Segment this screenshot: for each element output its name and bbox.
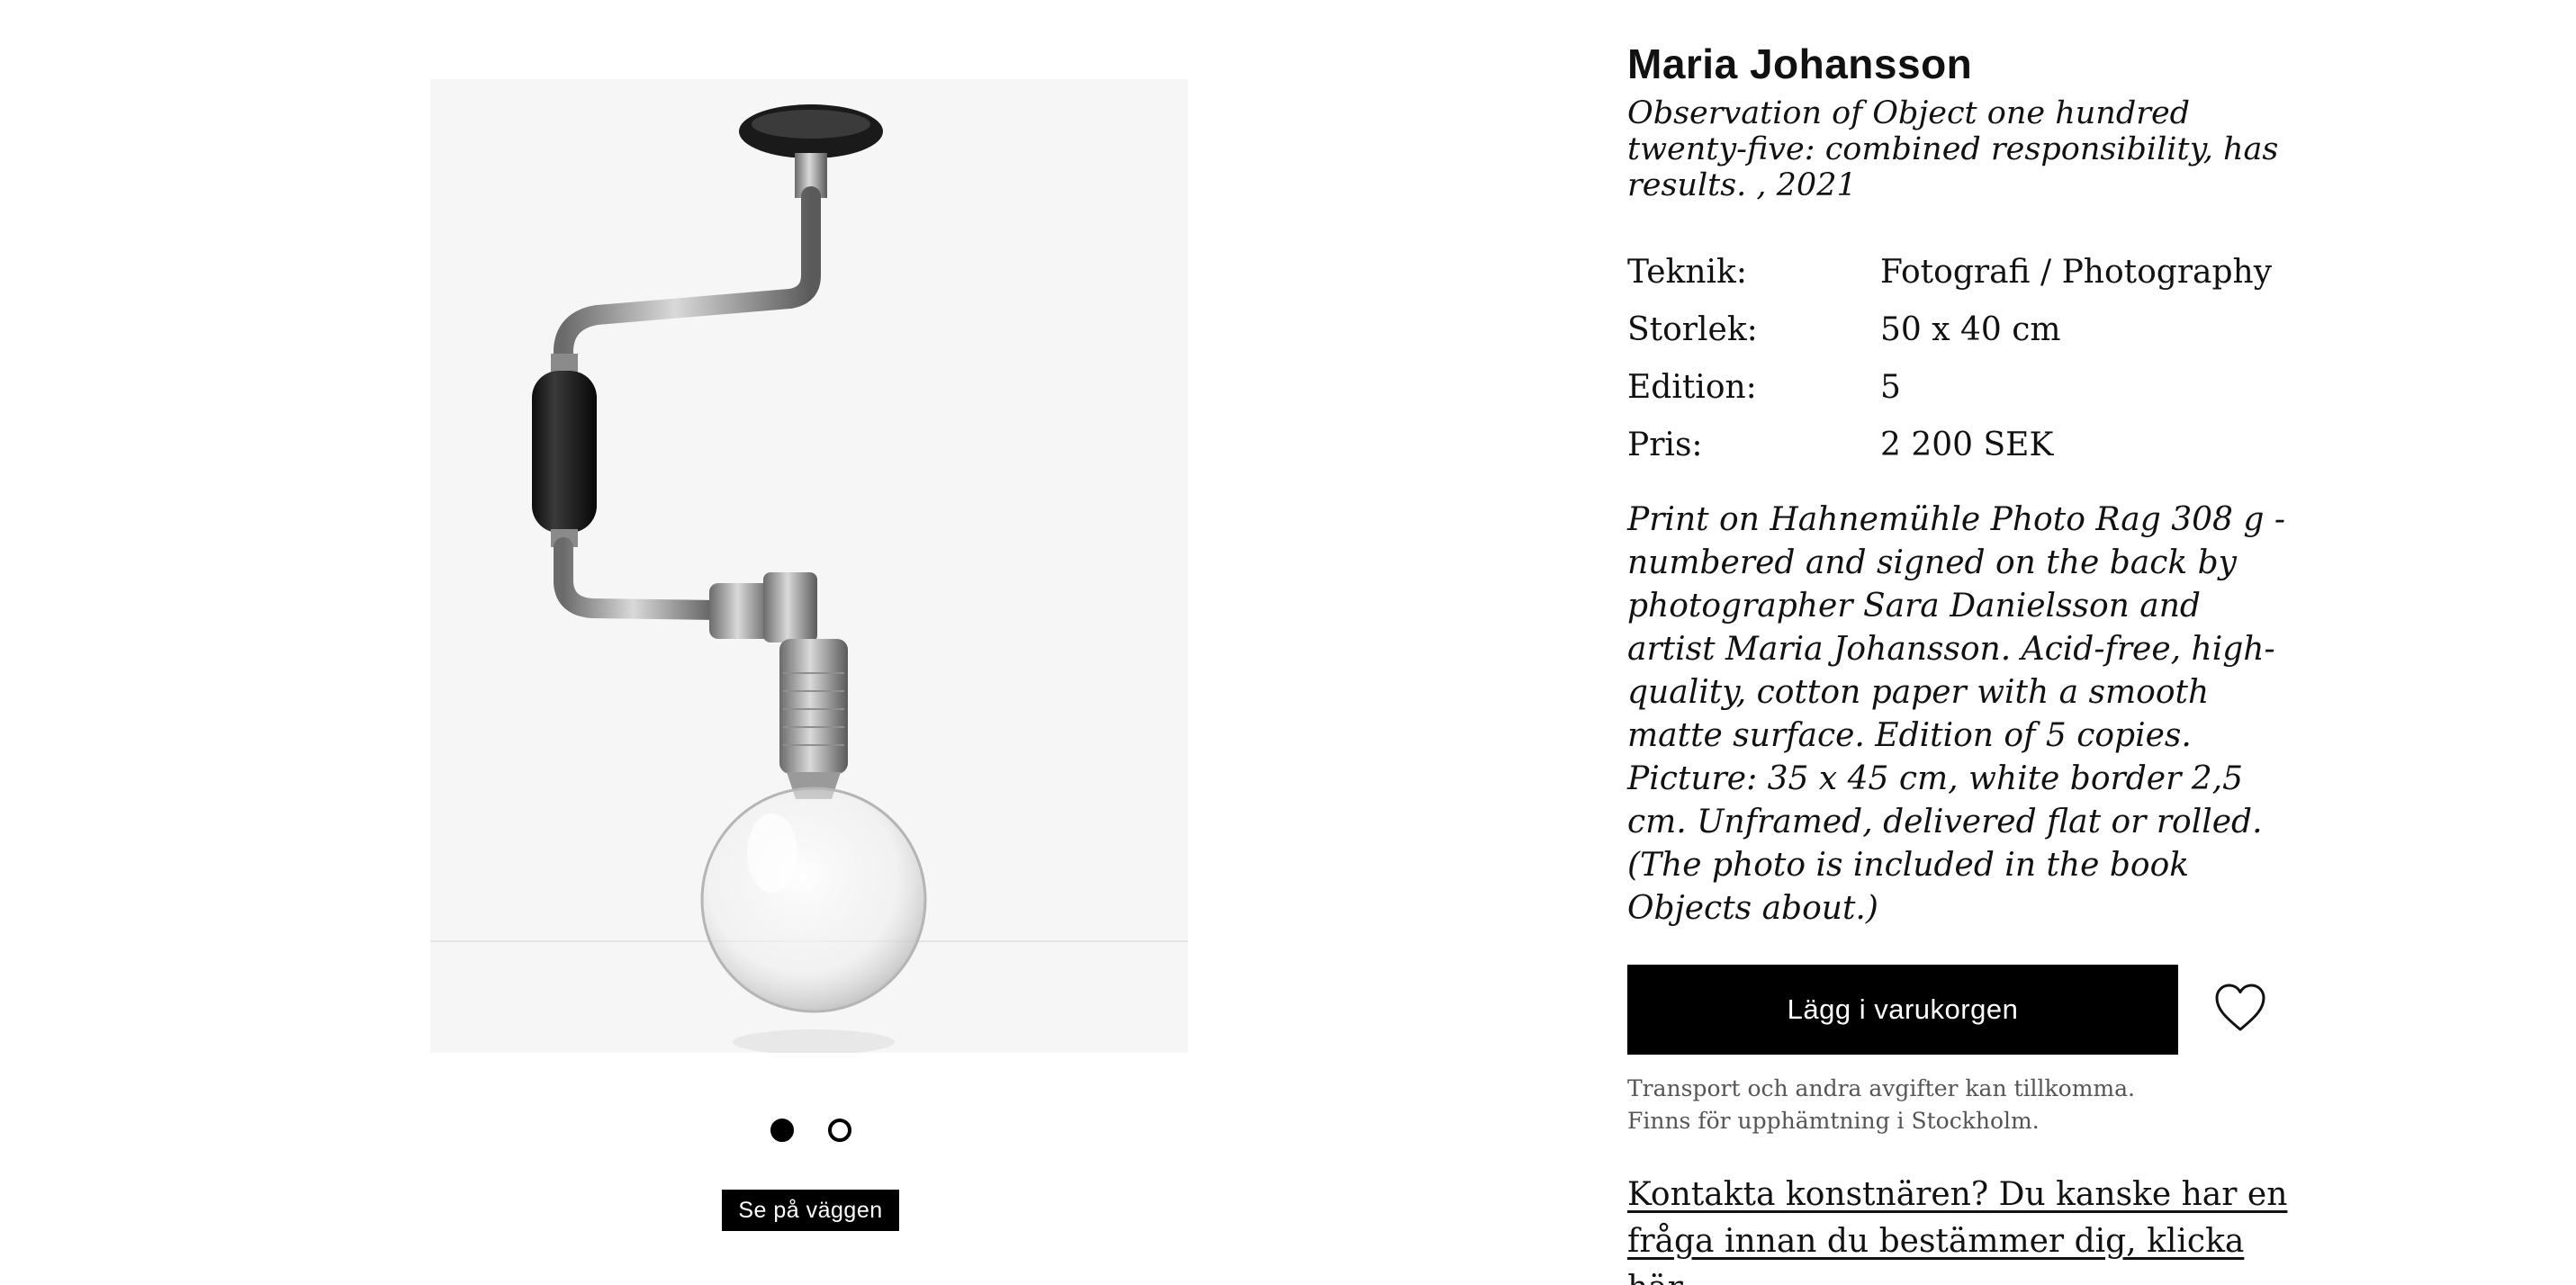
spec-row-technique: Teknik: Fotografi / Photography [1627, 243, 2293, 301]
contact-artist-link[interactable]: Kontakta konstnären? Du kanske har en fr… [1627, 1172, 2293, 1285]
spec-row-price: Pris: 2 200 SEK [1627, 416, 2293, 473]
product-description: Print on Hahnemühle Photo Rag 308 g - nu… [1627, 501, 2286, 927]
spec-value: 5 [1880, 368, 1901, 406]
spec-row-edition: Edition: 5 [1627, 358, 2293, 416]
brace-drill-photo [430, 104, 1188, 1053]
product-details: Maria Johansson Observation of Object on… [1627, 36, 2293, 930]
spec-value: 50 x 40 cm [1880, 310, 2061, 348]
spec-label: Storlek: [1627, 310, 1758, 348]
spec-label: Teknik: [1627, 253, 1747, 291]
artwork-title: Observation of Object one hundred twenty… [1627, 95, 2279, 203]
carousel-dot-1[interactable] [770, 1119, 794, 1142]
view-on-wall-button[interactable]: Se på väggen [722, 1190, 899, 1231]
carousel-dots [767, 1119, 857, 1146]
shipping-notes: Transport och andra avgifter kan tillkom… [1627, 1073, 2293, 1137]
spec-row-size: Storlek: 50 x 40 cm [1627, 301, 2293, 358]
artist-name: Maria Johansson [1627, 40, 1973, 87]
shipping-note: Transport och andra avgifter kan tillkom… [1627, 1075, 2135, 1101]
spec-table: Teknik: Fotografi / Photography Storlek:… [1627, 243, 2293, 473]
spec-label: Pris: [1627, 426, 1703, 463]
spec-label: Edition: [1627, 368, 1757, 406]
product-image[interactable] [430, 79, 1188, 1053]
heart-icon[interactable] [2214, 983, 2266, 1033]
add-to-cart-button[interactable]: Lägg i varukorgen [1627, 965, 2178, 1055]
cart-row: Lägg i varukorgen [1627, 965, 2275, 1055]
carousel-dot-2[interactable] [828, 1119, 851, 1142]
spec-value: Fotografi / Photography [1880, 253, 2273, 291]
price-value: 2 200 SEK [1880, 426, 2054, 463]
pickup-note: Finns för upphämtning i Stockholm. [1627, 1108, 2040, 1134]
